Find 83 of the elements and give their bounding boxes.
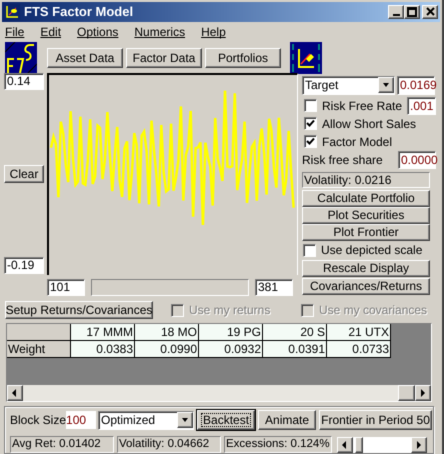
checkbox-label: Use my covariances xyxy=(319,302,428,320)
horizontal-scrollbar[interactable] xyxy=(7,385,431,402)
y-min-field[interactable]: -0.19 xyxy=(4,256,44,274)
column-header: 18 MO xyxy=(135,324,199,342)
column-header: 21 UTX xyxy=(327,324,391,342)
backtest-button[interactable]: Backtest xyxy=(197,410,256,430)
action-button[interactable]: Plot Securities xyxy=(302,206,430,224)
app-icon xyxy=(4,4,20,20)
maximize-icon xyxy=(407,6,417,17)
checkbox-label: Risk Free Rate xyxy=(322,98,402,115)
status-readout: Volatility: 0.04662 xyxy=(117,436,221,454)
menu-item[interactable]: Help xyxy=(199,22,228,41)
toolbar-button[interactable]: Portfolios xyxy=(205,48,281,68)
menu-item[interactable]: Options xyxy=(75,22,120,41)
right-arrow-icon xyxy=(415,440,423,449)
backtest-button[interactable]: Animate xyxy=(258,410,316,430)
down-arrow-icon xyxy=(181,416,190,424)
scroll-right-button[interactable] xyxy=(411,436,427,453)
table-cell: 0.0990 xyxy=(135,341,199,358)
minimize-button[interactable] xyxy=(388,4,404,19)
checkbox-label: Factor Model xyxy=(322,134,394,151)
left-arrow-icon xyxy=(341,440,349,449)
scroll-thumb[interactable] xyxy=(398,385,415,402)
checkbox[interactable] xyxy=(303,244,316,257)
checkbox[interactable] xyxy=(304,99,317,112)
volatility-readout: Volatility: 0.0216 xyxy=(302,172,430,188)
table-cell: 0.0391 xyxy=(263,341,327,358)
range-start-field[interactable]: 101 xyxy=(47,278,85,296)
grid-corner-cell xyxy=(7,324,71,342)
menu-item[interactable]: File xyxy=(3,22,26,41)
field-label: Risk free share xyxy=(302,152,383,170)
toolbar-button[interactable]: Asset Data xyxy=(47,48,123,68)
menu-item[interactable]: Edit xyxy=(38,22,64,41)
dropdown-button[interactable] xyxy=(378,77,394,94)
action-button[interactable]: Covariances/Returns xyxy=(302,278,430,295)
menu-item[interactable]: Numerics xyxy=(132,22,188,41)
chart-logo-icon xyxy=(290,42,322,74)
table-cell: 0.0733 xyxy=(327,341,391,358)
field-label: Block Size xyxy=(10,412,66,430)
clear-button[interactable]: Clear xyxy=(4,164,44,183)
minimize-icon xyxy=(392,14,400,16)
logo-icon xyxy=(5,42,37,74)
status-readout: Avg Ret: 0.01402 xyxy=(10,436,114,454)
checkbox-label: Use depicted scale xyxy=(321,242,422,260)
down-arrow-icon xyxy=(382,81,390,90)
period-scrollbar[interactable] xyxy=(337,436,427,453)
row-header: Weight xyxy=(7,341,71,358)
checkbox[interactable] xyxy=(304,135,317,148)
close-button[interactable] xyxy=(422,4,438,19)
block-size-field[interactable]: 100 xyxy=(66,411,96,430)
right-arrow-icon xyxy=(419,389,427,398)
mode-select[interactable]: Target xyxy=(302,76,395,95)
left-arrow-icon xyxy=(11,389,19,398)
toolbar-button[interactable]: Factor Data xyxy=(126,48,202,68)
close-icon xyxy=(426,7,434,16)
column-header: 17 MMM xyxy=(71,324,135,342)
window-title: FTS Factor Model xyxy=(24,3,134,22)
dropdown-button[interactable] xyxy=(177,412,194,428)
range-end-field[interactable]: 381 xyxy=(255,278,293,296)
scroll-right-button[interactable] xyxy=(415,385,431,402)
rate-field[interactable]: .001 xyxy=(407,96,436,115)
range-scrollbar[interactable] xyxy=(91,278,249,296)
action-button[interactable]: Rescale Display xyxy=(302,260,430,277)
action-button[interactable]: Calculate Portfolio xyxy=(302,190,430,207)
scroll-thumb[interactable] xyxy=(355,436,363,453)
target-field[interactable]: 0.0169 xyxy=(397,76,435,95)
setup-button[interactable]: Setup Returns/Covariances xyxy=(5,301,153,320)
column-header: 19 PG xyxy=(199,324,263,342)
checkbox[interactable] xyxy=(304,117,317,130)
y-max-field[interactable]: 0.14 xyxy=(4,72,44,90)
method-select[interactable]: Optimized xyxy=(98,410,194,430)
scroll-left-button[interactable] xyxy=(337,436,353,453)
column-header: 20 S xyxy=(263,324,327,342)
status-readout: Excessions: 0.124% xyxy=(224,436,332,454)
checkbox-label: Use my returns xyxy=(189,302,270,320)
table-cell: 0.0932 xyxy=(199,341,263,358)
scroll-left-button[interactable] xyxy=(7,385,23,402)
maximize-button[interactable] xyxy=(404,4,420,19)
action-button[interactable]: Plot Frontier xyxy=(302,224,430,241)
checkbox-label: Allow Short Sales xyxy=(322,116,418,133)
risk-free-share-field[interactable]: 0.0000 xyxy=(398,151,436,170)
backtest-button[interactable]: Frontier in Period 50 xyxy=(319,410,432,430)
table-cell: 0.0383 xyxy=(71,341,135,358)
